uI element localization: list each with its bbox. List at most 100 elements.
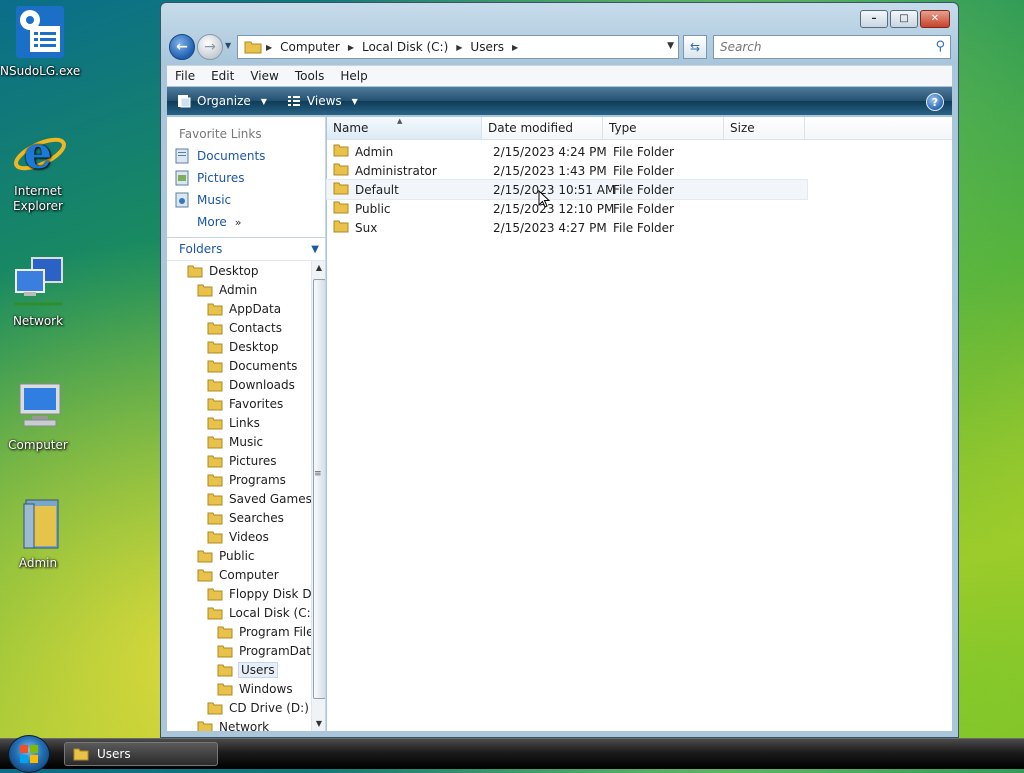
file-date: 2/15/2023 4:24 PM bbox=[493, 144, 607, 159]
caption-buttons: – □ ✕ bbox=[860, 10, 950, 28]
desktop-icon-admin[interactable]: Admin bbox=[0, 496, 76, 571]
folder-icon bbox=[207, 511, 223, 525]
tree-item-label: Links bbox=[229, 415, 260, 430]
refresh-button[interactable]: ⇆ bbox=[683, 35, 707, 59]
file-date: 2/15/2023 4:27 PM bbox=[493, 220, 607, 235]
taskbar-button-users[interactable]: Users bbox=[64, 742, 218, 766]
favorite-documents[interactable]: Documents bbox=[167, 145, 325, 167]
help-icon[interactable]: ? bbox=[926, 93, 944, 111]
start-button[interactable] bbox=[8, 735, 50, 773]
tree-item[interactable]: Desktop bbox=[167, 337, 311, 356]
file-row[interactable]: Admin 2/15/2023 4:24 PM File Folder bbox=[327, 142, 807, 161]
search-input[interactable] bbox=[718, 37, 922, 57]
file-row[interactable]: Sux 2/15/2023 4:27 PM File Folder bbox=[327, 218, 807, 237]
column-name[interactable]: Name ▲ bbox=[327, 117, 482, 139]
menu-edit[interactable]: Edit bbox=[203, 69, 242, 83]
views-label: Views bbox=[306, 94, 342, 108]
column-type[interactable]: Type bbox=[603, 117, 724, 139]
views-button[interactable]: Views ▼ bbox=[277, 94, 368, 108]
menu-file[interactable]: File bbox=[167, 69, 203, 83]
recent-pages-dropdown[interactable]: ▼ bbox=[225, 41, 231, 50]
menu-tools[interactable]: Tools bbox=[287, 69, 333, 83]
menu-help[interactable]: Help bbox=[332, 69, 375, 83]
tree-item[interactable]: CD Drive (D:) v bbox=[167, 698, 311, 717]
tree-item-label: Videos bbox=[229, 529, 269, 544]
favorite-music[interactable]: Music bbox=[167, 189, 325, 211]
favorite-links-title: Favorite Links bbox=[179, 127, 262, 141]
file-name: Admin bbox=[355, 144, 394, 159]
desktop-icon-computer[interactable]: Computer bbox=[0, 378, 76, 453]
menu-view[interactable]: View bbox=[242, 69, 286, 83]
tree-item[interactable]: Floppy Disk Dr bbox=[167, 584, 311, 603]
favorite-more-link[interactable]: More » bbox=[167, 211, 325, 233]
svg-text:e: e bbox=[24, 128, 52, 179]
breadcrumb-users[interactable]: Users bbox=[466, 40, 508, 54]
tree-item-label: Users bbox=[238, 661, 278, 678]
folder-icon bbox=[207, 378, 223, 392]
tree-item[interactable]: Documents bbox=[167, 356, 311, 375]
tree-item[interactable]: Links bbox=[167, 413, 311, 432]
tree-item[interactable]: Searches bbox=[167, 508, 311, 527]
file-row[interactable]: Default 2/15/2023 10:51 AM File Folder bbox=[326, 179, 808, 200]
search-icon[interactable]: ⚲ bbox=[935, 39, 945, 54]
tree-item[interactable]: Local Disk (C:) bbox=[167, 603, 311, 622]
scroll-up-arrow[interactable]: ▲ bbox=[312, 261, 325, 275]
tree-item[interactable]: Saved Games bbox=[167, 489, 311, 508]
tree-item[interactable]: Downloads bbox=[167, 375, 311, 394]
desktop-icon-internet-explorer[interactable]: e Internet Explorer bbox=[0, 124, 76, 214]
tree-item-label: CD Drive (D:) v bbox=[229, 700, 311, 715]
search-box[interactable]: ⚲ bbox=[713, 35, 951, 59]
address-dropdown-icon[interactable]: ▼ bbox=[667, 41, 674, 51]
folder-icon bbox=[333, 162, 349, 179]
tree-item[interactable]: Videos bbox=[167, 527, 311, 546]
desktop-icon-nsudo[interactable]: NSudoLG.exe bbox=[0, 4, 80, 79]
desktop-icon-network[interactable]: Network bbox=[0, 254, 76, 329]
tree-item[interactable]: Contacts bbox=[167, 318, 311, 337]
breadcrumb-separator[interactable]: ▶ bbox=[344, 43, 358, 52]
organize-button[interactable]: Organize ▼ bbox=[167, 94, 277, 108]
back-arrow-icon: ← bbox=[176, 39, 188, 55]
back-button[interactable]: ← bbox=[169, 34, 195, 60]
tree-scrollbar[interactable]: ▲ ≡ ▼ bbox=[311, 261, 325, 731]
taskbar: Users bbox=[0, 735, 1024, 773]
column-size[interactable]: Size bbox=[724, 117, 805, 139]
folder-icon bbox=[217, 682, 233, 696]
file-row[interactable]: Administrator 2/15/2023 1:43 PM File Folde… bbox=[327, 161, 807, 180]
music-icon bbox=[175, 192, 189, 208]
breadcrumb-computer[interactable]: Computer bbox=[276, 40, 344, 54]
close-button[interactable]: ✕ bbox=[920, 10, 950, 28]
minimize-button[interactable]: – bbox=[860, 10, 888, 28]
breadcrumb-separator[interactable]: ▶ bbox=[452, 43, 466, 52]
folder-icon bbox=[207, 454, 223, 468]
tree-item[interactable]: Pictures bbox=[167, 451, 311, 470]
favorite-label: Pictures bbox=[197, 171, 245, 185]
favorite-pictures[interactable]: Pictures bbox=[167, 167, 325, 189]
folders-header[interactable]: Folders ▼ bbox=[167, 237, 325, 261]
tree-item[interactable]: Desktop bbox=[167, 261, 311, 280]
tree-item[interactable]: Music bbox=[167, 432, 311, 451]
tree-item[interactable]: Public bbox=[167, 546, 311, 565]
column-date-modified[interactable]: Date modified bbox=[482, 117, 603, 139]
tree-item[interactable]: Program File bbox=[167, 622, 311, 641]
tree-item-label: Pictures bbox=[229, 453, 277, 468]
breadcrumb-local-disk[interactable]: Local Disk (C:) bbox=[358, 40, 452, 54]
tree-item[interactable]: Admin bbox=[167, 280, 311, 299]
tree-item[interactable]: Favorites bbox=[167, 394, 311, 413]
scroll-thumb[interactable] bbox=[313, 279, 325, 699]
file-row[interactable]: Public 2/15/2023 12:10 PM File Folder bbox=[327, 199, 807, 218]
breadcrumb-separator[interactable]: ▶ bbox=[508, 43, 522, 52]
tree-item[interactable]: Users bbox=[167, 660, 311, 679]
forward-button[interactable]: → bbox=[197, 34, 223, 60]
scroll-down-arrow[interactable]: ▼ bbox=[312, 717, 325, 731]
chevron-down-icon: ▼ bbox=[351, 96, 358, 106]
tree-item[interactable]: Programs bbox=[167, 470, 311, 489]
tree-item-label: ProgramData bbox=[239, 643, 311, 658]
tree-item[interactable]: AppData bbox=[167, 299, 311, 318]
maximize-button[interactable]: □ bbox=[890, 10, 918, 28]
tree-item[interactable]: Computer bbox=[167, 565, 311, 584]
address-bar[interactable]: ▶ Computer ▶ Local Disk (C:) ▶ Users ▶ ▼ bbox=[237, 35, 679, 59]
tree-item[interactable]: ProgramData bbox=[167, 641, 311, 660]
breadcrumb-separator[interactable]: ▶ bbox=[262, 43, 276, 52]
tree-item[interactable]: Network bbox=[167, 717, 311, 731]
tree-item[interactable]: Windows bbox=[167, 679, 311, 698]
